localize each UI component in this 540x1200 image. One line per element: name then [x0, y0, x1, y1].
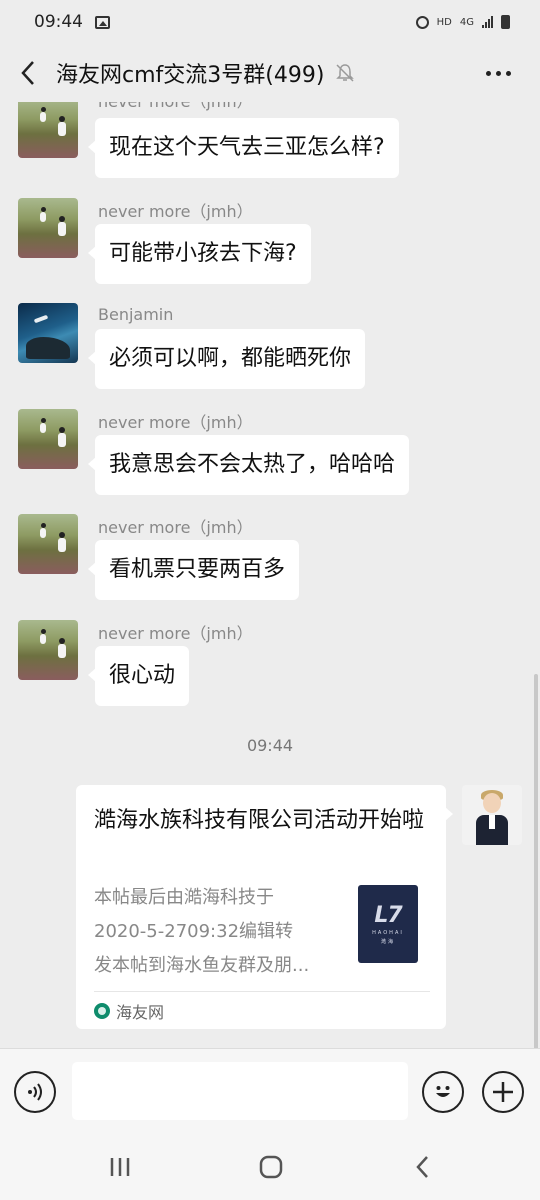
plus-icon: [493, 1082, 513, 1102]
chat-area[interactable]: never more（jmh） 现在这个天气去三亚怎么样? never more…: [0, 102, 540, 1048]
home-button[interactable]: [251, 1150, 291, 1184]
message-bubble[interactable]: 看机票只要两百多: [87, 540, 300, 600]
time-separator: 09:44: [246, 736, 294, 755]
input-bar: [0, 1048, 540, 1132]
chevron-left-icon: [21, 61, 34, 85]
sender-name: never more（jmh）: [98, 102, 253, 112]
sender-name: never more（jmh）: [98, 202, 253, 221]
network-type-label: 4G: [459, 16, 474, 28]
card-title: 澔海水族科技有限公司活动开始啦: [94, 808, 425, 833]
sender-name: never more（jmh）: [98, 624, 253, 643]
emoji-icon: [436, 1086, 450, 1097]
recents-button[interactable]: [100, 1150, 140, 1184]
voice-icon: [28, 1083, 42, 1101]
sender-name: never more（jmh）: [98, 518, 253, 537]
status-bar: 09:44 HD 4G: [0, 0, 540, 44]
more-options-button[interactable]: [478, 54, 518, 92]
voice-button[interactable]: [14, 1071, 56, 1113]
sender-name: Benjamin: [98, 305, 174, 324]
card-description-line: 发本帖到海水鱼友群及朋...: [94, 955, 310, 976]
sender-avatar[interactable]: [18, 102, 78, 158]
card-description: 本帖最后由澔海科技于 2020-5-2709:32编辑转 发本帖到海水鱼友群及朋…: [94, 881, 344, 983]
signal-icon: [482, 16, 493, 28]
back-button[interactable]: [0, 44, 56, 102]
chat-title: 海友网cmf交流3号群(499): [56, 63, 325, 88]
more-dot: [495, 70, 501, 76]
message-bubble[interactable]: 现在这个天气去三亚怎么样?: [88, 118, 399, 178]
battery-icon: [501, 15, 510, 29]
card-source: 海友网: [94, 999, 164, 1023]
sender-avatar[interactable]: [18, 303, 78, 363]
message-bubble[interactable]: 可能带小孩去下海?: [88, 224, 311, 284]
chat-header: 海友网cmf交流3号群(499): [0, 44, 540, 102]
card-thumbnail: L7 HAOHAI 澔海: [358, 885, 418, 963]
bell-off-icon: [334, 62, 356, 84]
message-bubble[interactable]: 我意思会不会太热了，哈哈哈: [87, 435, 410, 495]
system-nav-bar: [0, 1132, 540, 1200]
gallery-notification-icon: [95, 15, 110, 29]
plus-button[interactable]: [482, 1071, 524, 1113]
thumbnail-cn: 澔海: [380, 939, 395, 945]
sender-avatar[interactable]: [18, 514, 78, 574]
message-input[interactable]: [72, 1062, 408, 1120]
back-icon: [416, 1156, 428, 1178]
thumbnail-sub: HAOHAI: [372, 930, 404, 936]
card-source-name: 海友网: [116, 1003, 165, 1022]
source-logo-icon: [94, 1003, 110, 1019]
home-icon: [259, 1155, 283, 1179]
alarm-icon: [415, 15, 429, 29]
sender-avatar[interactable]: [18, 620, 78, 680]
nav-back-button[interactable]: [403, 1150, 443, 1184]
card-description-line: 2020-5-2709:32编辑转: [94, 921, 294, 942]
sender-name: never more（jmh）: [98, 413, 253, 432]
message-bubble[interactable]: 必须可以啊，都能晒死你: [87, 329, 366, 389]
sender-avatar[interactable]: [18, 409, 78, 469]
hd-label: HD: [436, 16, 452, 28]
self-avatar[interactable]: [462, 785, 522, 845]
more-dots-icon: [485, 70, 491, 76]
card-divider: [94, 991, 430, 992]
scrollbar[interactable]: [534, 674, 538, 1048]
thumbnail-logo: L7: [374, 903, 402, 928]
status-time: 09:44: [34, 12, 83, 32]
more-dot: [505, 70, 511, 76]
sender-avatar[interactable]: [18, 198, 78, 258]
link-card[interactable]: 澔海水族科技有限公司活动开始啦 本帖最后由澔海科技于 2020-5-2709:3…: [76, 785, 453, 1029]
card-description-line: 本帖最后由澔海科技于: [94, 887, 274, 908]
emoji-button[interactable]: [422, 1071, 464, 1113]
recents-icon: [110, 1158, 130, 1176]
message-bubble[interactable]: 很心动: [87, 646, 190, 706]
